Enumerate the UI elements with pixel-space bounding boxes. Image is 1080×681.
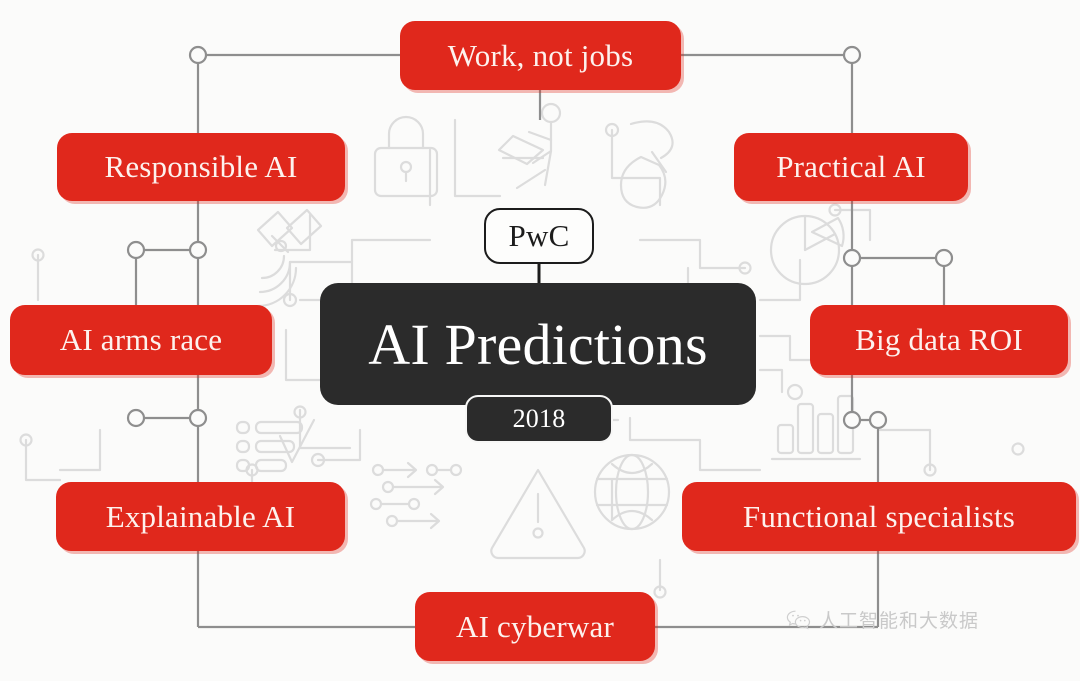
wechat-icon: [786, 610, 811, 630]
connector-junction: [842, 248, 862, 268]
node-explainable-ai[interactable]: Explainable AI: [56, 482, 345, 551]
connector-junction: [188, 45, 208, 65]
watermark: 人工智能和大数据: [786, 606, 979, 633]
connector-junction: [188, 240, 208, 260]
node-ai-cyberwar[interactable]: AI cyberwar: [415, 592, 655, 661]
year-badge: 2018: [465, 395, 613, 443]
connector-junction: [126, 408, 146, 428]
node-work-not-jobs[interactable]: Work, not jobs: [400, 21, 681, 90]
connector-junction: [842, 45, 862, 65]
connector-junction: [126, 240, 146, 260]
node-practical-ai[interactable]: Practical AI: [734, 133, 968, 201]
connector-junction: [188, 408, 208, 428]
poster-canvas: Work, not jobs Responsible AI Practical …: [0, 0, 1080, 681]
connector-junction: [842, 410, 862, 430]
connector-junction: [934, 248, 954, 268]
node-responsible-ai[interactable]: Responsible AI: [57, 133, 345, 201]
node-ai-arms-race[interactable]: AI arms race: [10, 305, 272, 375]
connector-junction: [868, 410, 888, 430]
watermark-text: 人工智能和大数据: [819, 610, 980, 632]
brand-logo-pwc: PwC: [484, 208, 594, 264]
node-big-data-roi[interactable]: Big data ROI: [810, 305, 1068, 375]
page-title: AI Predictions: [320, 283, 756, 405]
node-functional-specialists[interactable]: Functional specialists: [682, 482, 1076, 551]
